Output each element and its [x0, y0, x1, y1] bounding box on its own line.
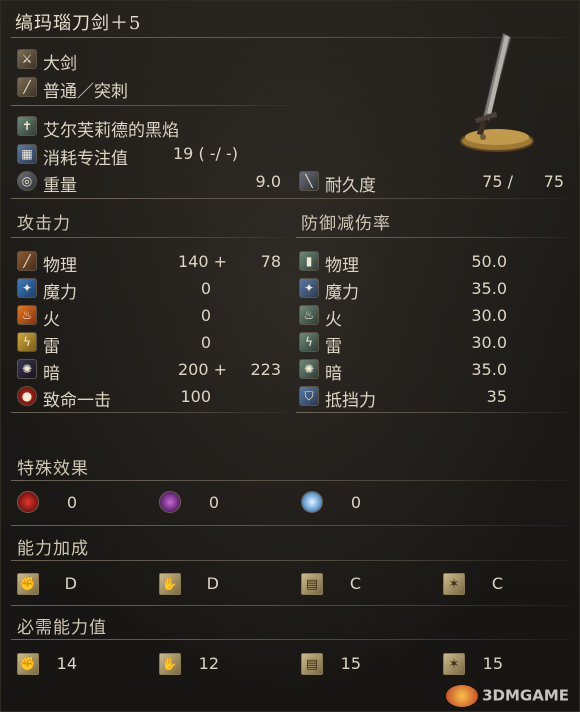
info-divider-2: [11, 198, 571, 199]
strength-requirement: 14: [56, 654, 77, 673]
watermark-emblem-icon: [446, 685, 479, 707]
attack-divider: [11, 237, 286, 238]
faith-icon: ✶: [443, 573, 465, 595]
dark-attack-icon: ✺: [17, 359, 37, 379]
physical-attack-icon: ╱: [17, 251, 37, 271]
attack-base: 0: [200, 333, 211, 352]
attack-heading: 攻击力: [17, 214, 71, 234]
special-bottom-divider: [11, 525, 571, 526]
dexterity-icon: ✋: [159, 653, 181, 675]
special-divider: [11, 480, 571, 481]
attack-label: 雷: [43, 337, 60, 357]
stability-icon: ⛉: [299, 386, 319, 406]
attack-base: 100: [180, 387, 211, 406]
attack-base: 200 +: [177, 360, 227, 379]
item-detail-panel: 缟玛瑙刀剑＋5 ⚔ 大剑 ╱ 普通／突刺 ✝ 艾尔芙莉德的黑焰 ▦ 消耗专注值 …: [0, 0, 580, 712]
frost-icon: [301, 491, 323, 513]
faith-requirement: 15: [482, 654, 503, 673]
magic-attack-icon: ✦: [17, 278, 37, 298]
attack-label: 暗: [43, 364, 60, 384]
attack-base: 0: [200, 279, 211, 298]
defense-value: 50.0: [471, 252, 507, 271]
fp-value: 19 ( -/ -): [173, 144, 239, 163]
attack-type: 普通／突刺: [43, 82, 128, 102]
defense-label: 火: [325, 310, 342, 330]
durability-label: 耐久度: [325, 176, 376, 196]
attack-label: 物理: [43, 256, 77, 276]
defense-bottom-divider: [296, 412, 571, 413]
poison-value: 0: [208, 493, 219, 512]
weapon-type: 大剑: [43, 54, 77, 74]
weight-icon: ◎: [17, 171, 37, 191]
intelligence-icon: ▤: [301, 653, 323, 675]
defense-value: 35.0: [471, 279, 507, 298]
defense-divider: [296, 237, 571, 238]
defense-heading: 防御减伤率: [301, 214, 391, 234]
defense-value: 35: [486, 387, 507, 406]
durability-current: 75 /: [482, 172, 513, 191]
weapon-image: [460, 32, 534, 152]
fp-label: 消耗专注值: [43, 149, 128, 169]
requirements-divider: [11, 639, 571, 640]
dexterity-icon: ✋: [159, 573, 181, 595]
physical-defense-icon: ▮: [299, 251, 319, 271]
intelligence-scaling: C: [349, 574, 361, 593]
defense-label: 物理: [325, 256, 359, 276]
lightning-attack-icon: ϟ: [17, 332, 37, 352]
defense-label: 雷: [325, 337, 342, 357]
requirements-heading: 必需能力值: [17, 618, 107, 638]
magic-defense-icon: ✦: [299, 278, 319, 298]
dexterity-requirement: 12: [198, 654, 219, 673]
intelligence-requirement: 15: [340, 654, 361, 673]
poison-icon: [159, 491, 181, 513]
durability-max: 75: [543, 172, 564, 191]
skill-icon: ✝: [17, 116, 37, 136]
attack-bonus: 78: [260, 252, 281, 271]
attack-bottom-divider: [11, 412, 286, 413]
attack-label: 致命一击: [43, 391, 111, 411]
critical-icon: ●: [17, 386, 37, 406]
attack-base: 0: [200, 306, 211, 325]
dexterity-scaling: D: [206, 574, 219, 593]
weight-label: 重量: [43, 176, 77, 196]
scaling-heading: 能力加成: [17, 539, 89, 559]
watermark-text: 3DMGAME: [482, 686, 569, 705]
faith-icon: ✶: [443, 653, 465, 675]
weight-value: 9.0: [255, 172, 281, 191]
defense-value: 30.0: [471, 333, 507, 352]
dark-defense-icon: ✺: [299, 359, 319, 379]
weapon-name: 缟玛瑙刀剑＋5: [15, 13, 142, 34]
watermark-logo: 3DMGAME: [446, 685, 569, 707]
strength-scaling: D: [64, 574, 77, 593]
frost-value: 0: [350, 493, 361, 512]
defense-label: 暗: [325, 364, 342, 384]
fire-defense-icon: ♨: [299, 305, 319, 325]
intelligence-icon: ▤: [301, 573, 323, 595]
scaling-bottom-divider: [11, 605, 571, 606]
scaling-divider: [11, 560, 571, 561]
defense-label: 魔力: [325, 283, 359, 303]
faith-scaling: C: [491, 574, 503, 593]
defense-label: 抵挡力: [325, 391, 376, 411]
info-divider-1: [11, 105, 291, 106]
skill-name: 艾尔芙莉德的黑焰: [43, 121, 179, 141]
attack-label: 魔力: [43, 283, 77, 303]
slash-icon: ╱: [17, 77, 37, 97]
durability-icon: ╲: [299, 171, 319, 191]
attack-label: 火: [43, 310, 60, 330]
fire-attack-icon: ♨: [17, 305, 37, 325]
defense-value: 35.0: [471, 360, 507, 379]
lightning-defense-icon: ϟ: [299, 332, 319, 352]
fp-icon: ▦: [17, 144, 37, 164]
bleed-icon: [17, 491, 39, 513]
strength-icon: ✊: [17, 653, 39, 675]
bleed-value: 0: [66, 493, 77, 512]
attack-bonus: 223: [250, 360, 281, 379]
strength-icon: ✊: [17, 573, 39, 595]
special-heading: 特殊效果: [17, 459, 89, 479]
defense-value: 30.0: [471, 306, 507, 325]
attack-base: 140 +: [177, 252, 227, 271]
sword-type-icon: ⚔: [17, 49, 37, 69]
